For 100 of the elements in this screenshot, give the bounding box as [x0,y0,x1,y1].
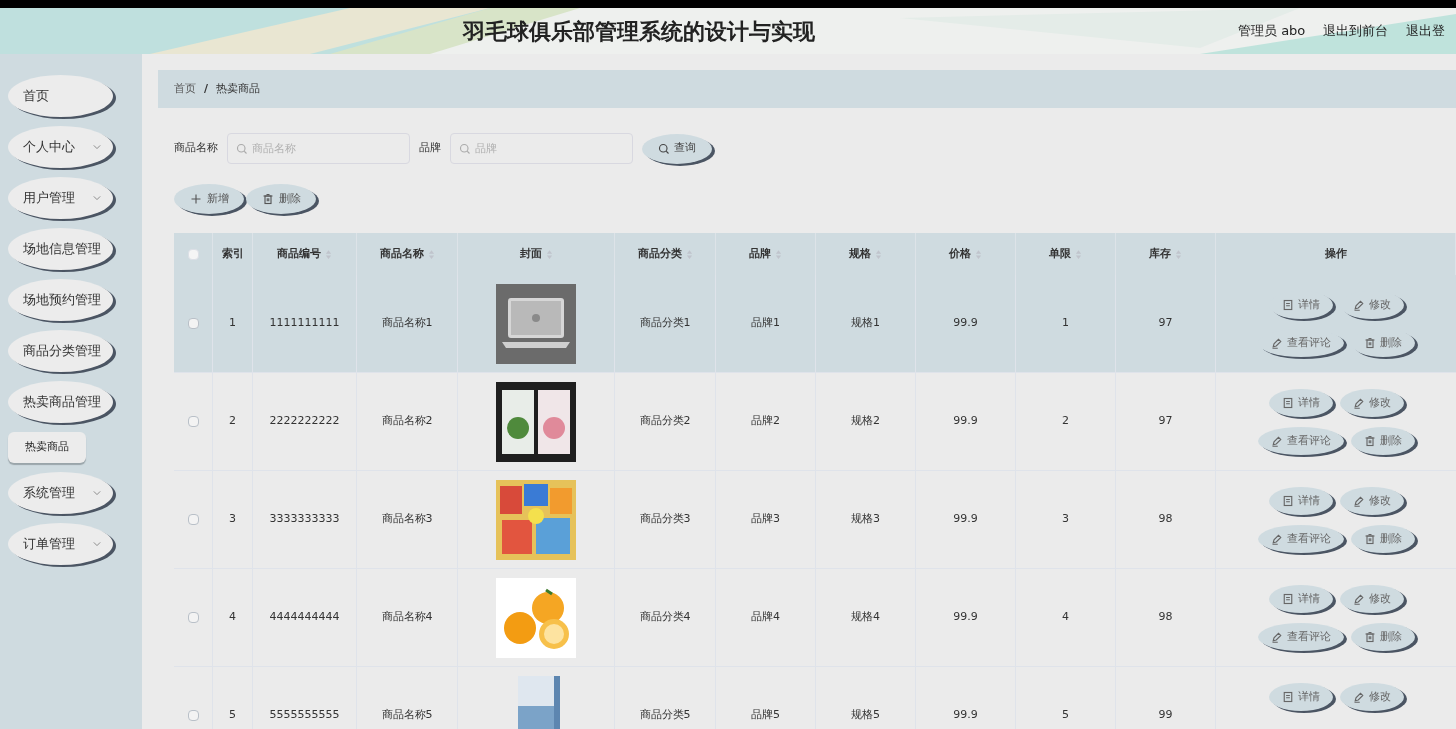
table-cell: 品牌2 [751,413,780,430]
document-icon [1281,691,1294,703]
table-cell: 2 [229,413,236,430]
row-action-button[interactable]: 查看评论 [1257,623,1344,651]
table-cell: 5 [1062,707,1069,724]
table-row[interactable]: 1 1111111111 商品名称1 商品分类1 品牌1 规格1 99.9 1 97 详情 修改 查看评论 删除 [174,275,1456,373]
table-cell: 商品名称1 [381,315,433,332]
column-header: 品牌 [749,245,771,262]
document-icon [1281,299,1294,311]
menu-item[interactable]: 系统管理 [8,472,113,514]
search-icon [658,142,670,155]
delete-button[interactable]: 删除 [246,184,316,214]
table-cell: 规格5 [851,707,880,724]
row-action-button[interactable]: 删除 [1350,623,1415,651]
table-cell: 规格1 [851,315,880,332]
row-action-button[interactable]: 详情 [1268,683,1333,711]
row-action-button[interactable]: 修改 [1339,487,1404,515]
row-action-button[interactable]: 查看评论 [1257,427,1344,455]
submenu-item[interactable]: 热卖商品 [8,432,86,463]
breadcrumb-link[interactable]: 首页 [174,80,196,98]
pen-icon [1352,397,1365,409]
row-action-button[interactable]: 查看评论 [1257,525,1344,553]
pen-icon [1270,631,1283,643]
column-header: 商品名称 [379,245,424,262]
table-cell: 2 [1062,413,1069,430]
query-button[interactable]: 查询 [642,133,712,164]
breadcrumb-current: 热卖商品 [216,80,261,97]
pen-icon [1352,299,1365,311]
app-title: 羽毛球俱乐部管理系统的设计与实现 [463,17,815,46]
row-checkbox[interactable] [187,318,199,329]
menu-item[interactable]: 场地信息管理 [8,228,113,270]
row-checkbox[interactable] [187,416,199,427]
row-checkbox[interactable] [187,710,199,721]
pen-icon [1352,495,1365,507]
trash-icon [1363,631,1376,643]
pen-icon [1352,593,1365,605]
table-cell: 99.9 [953,609,978,626]
column-header: 规格 [849,245,871,262]
row-action-button[interactable]: 修改 [1339,389,1404,417]
row-action-button[interactable]: 详情 [1268,389,1333,417]
table-cell: 99.9 [953,707,978,724]
menu-item[interactable]: 订单管理 [8,523,113,565]
table-cell: 商品分类4 [639,609,691,626]
table-row[interactable]: 4 4444444444 商品名称4 商品分类4 品牌4 规格4 99.9 4 98 详情 修改 查看评论 删除 [174,569,1456,667]
table-cell: 5 [229,707,236,724]
menu-item[interactable]: 首页 [8,75,113,117]
menu-item[interactable]: 商品分类管理 [8,330,113,372]
table-cell: 99.9 [953,511,978,528]
table-cell: 99.9 [953,315,978,332]
row-action-button[interactable]: 删除 [1350,525,1415,553]
table-cell: 98 [1158,609,1173,626]
table-cell: 98 [1158,511,1173,528]
menu-item[interactable]: 热卖商品管理 [8,381,113,423]
document-icon [1281,593,1294,605]
admin-user: 管理员 abo [1238,22,1306,41]
table-cell: 1 [229,315,236,332]
table-cell: 97 [1158,315,1173,332]
table-row[interactable]: 2 2222222222 商品名称2 商品分类2 品牌2 规格2 99.9 2 97 详情 修改 查看评论 删除 [174,373,1456,471]
column-header: 单限 [1049,245,1071,262]
table-cell: 2222222222 [269,413,340,430]
table-cell: 商品名称5 [381,707,433,724]
column-header: 操作 [1324,245,1347,262]
table-cell: 5555555555 [269,707,340,724]
menu-item[interactable]: 个人中心 [8,126,113,168]
search-icon [459,142,471,155]
trash-icon [1363,533,1376,545]
row-action-button[interactable]: 详情 [1268,487,1333,515]
table-cell: 品牌3 [751,511,780,528]
column-header: 索引 [222,245,244,262]
row-action-button[interactable]: 详情 [1268,585,1333,613]
table-cell: 4444444444 [269,609,340,626]
row-checkbox[interactable] [187,612,199,623]
column-header: 封面 [519,245,542,262]
row-action-button[interactable]: 修改 [1339,585,1404,613]
table-cell: 商品分类2 [639,413,691,430]
menu-item[interactable]: 场地预约管理 [8,279,113,321]
row-action-button[interactable]: 修改 [1339,683,1404,711]
table-cell: 3 [1062,511,1069,528]
table-cell: 4 [229,609,236,626]
select-all-checkbox[interactable] [187,248,199,260]
row-action-button[interactable]: 删除 [1350,427,1415,455]
pen-icon [1352,691,1365,703]
table-cell: 品牌1 [751,315,780,332]
table-row[interactable]: 3 3333333333 商品名称3 商品分类3 品牌3 规格3 99.9 3 98 详情 修改 查看评论 删除 [174,471,1456,569]
table-cell: 99.9 [953,413,978,430]
table-cell: 3333333333 [269,511,340,528]
pen-icon [1270,337,1283,349]
header-link[interactable]: 退出到前台 [1323,21,1389,41]
field-label: 品牌 [419,140,441,157]
menu-item[interactable]: 用户管理 [8,177,113,219]
table-cell: 97 [1158,413,1173,430]
header-link[interactable]: 退出登 [1406,21,1446,41]
table-cell: 3 [229,511,236,528]
breadcrumb-separator: / [204,80,209,97]
table-cell: 商品分类5 [639,707,691,724]
add-button[interactable]: 新增 [174,184,244,214]
trash-icon [1363,435,1376,447]
row-checkbox[interactable] [187,514,199,525]
column-header: 价格 [949,245,971,262]
trash-icon [261,193,274,205]
